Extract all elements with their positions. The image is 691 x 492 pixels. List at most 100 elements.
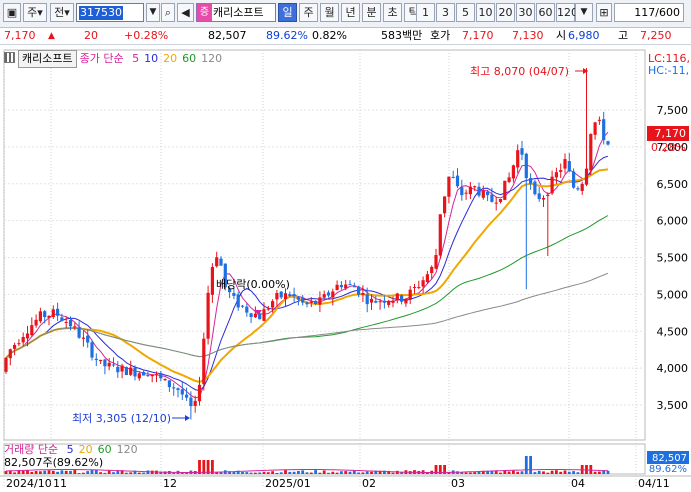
candle-body (172, 387, 176, 389)
speaker-icon[interactable]: ◀ (177, 3, 194, 22)
candle-body (236, 294, 240, 308)
volume-bar (125, 472, 128, 474)
volume-bar (370, 471, 373, 474)
volume-bar (507, 471, 511, 474)
volume-bar (129, 472, 133, 474)
layout-icon[interactable]: ▣ (3, 3, 21, 22)
candle-body (602, 119, 606, 141)
candle-body (17, 343, 21, 345)
candle-body (391, 300, 395, 303)
candle-body (99, 359, 103, 362)
minute-option-5[interactable]: 5 (456, 3, 475, 22)
minute-option-20[interactable]: 20 (496, 3, 515, 22)
x-tick-label: 2025/01 (265, 477, 311, 490)
price-change: 20 (84, 29, 98, 42)
volume-bar (542, 471, 545, 474)
period-tab-4[interactable]: 분 (362, 3, 381, 22)
volume-bar (555, 470, 558, 474)
volume-bar (301, 470, 305, 474)
candle-body (219, 258, 223, 266)
volume-bar (314, 470, 317, 474)
legend-ma-20: 20 (163, 52, 178, 65)
page-indicator[interactable]: 117/600 (614, 3, 684, 22)
code-dropdown-icon[interactable]: ▼ (146, 3, 160, 22)
minute-option-60[interactable]: 60 (536, 3, 555, 22)
volume-bar (249, 472, 253, 474)
minute-option-120[interactable]: 120 (556, 3, 578, 22)
minute-option-30[interactable]: 30 (516, 3, 535, 22)
last-change-label: 0.28% (651, 141, 686, 154)
candle-body (133, 367, 137, 377)
volume-bar (271, 471, 274, 474)
candle-body (473, 186, 477, 188)
candle-body (215, 257, 219, 267)
candle-body (597, 119, 601, 121)
volume-bar (279, 472, 283, 474)
settings-icon[interactable]: ⊞ (596, 3, 612, 22)
candle-body (567, 161, 571, 172)
volume-legend-ma-60: 60 (97, 443, 112, 456)
candle-body (180, 389, 184, 395)
candle-body (481, 190, 485, 198)
price-chart[interactable]: 7,5007,0006,5006,0005,5005,0004,5004,000… (0, 45, 691, 492)
candle-body (464, 192, 468, 194)
last-price-label: 7,170 (655, 127, 687, 140)
legend-stock-name[interactable]: 캐리소프트 (18, 50, 77, 68)
volume-bar (512, 470, 515, 474)
candle-body (292, 294, 296, 297)
volume-bar (4, 471, 8, 474)
volume-bar (524, 456, 528, 474)
period-tab-3[interactable]: 년 (341, 3, 360, 22)
stock-name-field[interactable]: 증 캐리소프트 (196, 3, 276, 22)
volume-bar (494, 470, 498, 474)
candle-body (563, 159, 567, 169)
volume-bar (82, 472, 85, 474)
volume-bar (598, 471, 601, 474)
candle-body (524, 153, 528, 179)
volume-bar (275, 472, 279, 474)
y-tick-label: 4,500 (657, 325, 689, 338)
volume-bar (39, 471, 42, 474)
period-tab-5[interactable]: 초 (383, 3, 402, 22)
mode-select[interactable]: 주▾ (23, 3, 47, 22)
volume-bar (77, 472, 81, 474)
volume-bar (464, 472, 468, 474)
candle-body (326, 292, 331, 296)
volume-bar (34, 471, 38, 474)
legend-chart-icon (4, 52, 15, 63)
period-select[interactable]: 전▾ (50, 3, 74, 22)
period-tab-1[interactable]: 주 (299, 3, 318, 22)
volume-bar (94, 470, 98, 474)
candle-body (30, 325, 34, 336)
page-indicator-text: 117/600 (634, 6, 680, 19)
volume-bar (241, 471, 244, 474)
candle-body (189, 397, 193, 407)
volume-bar (13, 472, 16, 474)
minute-option-10[interactable]: 10 (476, 3, 495, 22)
candle-body (77, 327, 81, 338)
minute-dropdown-icon[interactable]: ▼ (575, 3, 593, 22)
candle-body (395, 293, 399, 301)
candle-body (425, 274, 429, 282)
stock-code-input[interactable]: 317530 (76, 3, 144, 22)
search-icon[interactable]: ⌕ (161, 3, 175, 22)
candle-body (146, 375, 150, 377)
minute-option-3[interactable]: 3 (436, 3, 455, 22)
volume-bar (516, 471, 520, 474)
volume-bar (292, 471, 296, 474)
candle-body (576, 188, 580, 190)
candle-body (387, 300, 391, 305)
candle-body (593, 122, 597, 135)
candle-body (279, 291, 283, 298)
period-tab-2[interactable]: 월 (320, 3, 339, 22)
volume-bar (533, 472, 537, 474)
candle-body (81, 337, 85, 339)
minute-option-1[interactable]: 1 (416, 3, 435, 22)
candle-body (275, 292, 279, 300)
candle-body (494, 202, 498, 204)
candle-body (305, 302, 309, 305)
candle-body (460, 187, 464, 196)
period-tab-0[interactable]: 일 (278, 3, 297, 22)
candle-body (142, 372, 146, 376)
candle-body (296, 297, 300, 300)
